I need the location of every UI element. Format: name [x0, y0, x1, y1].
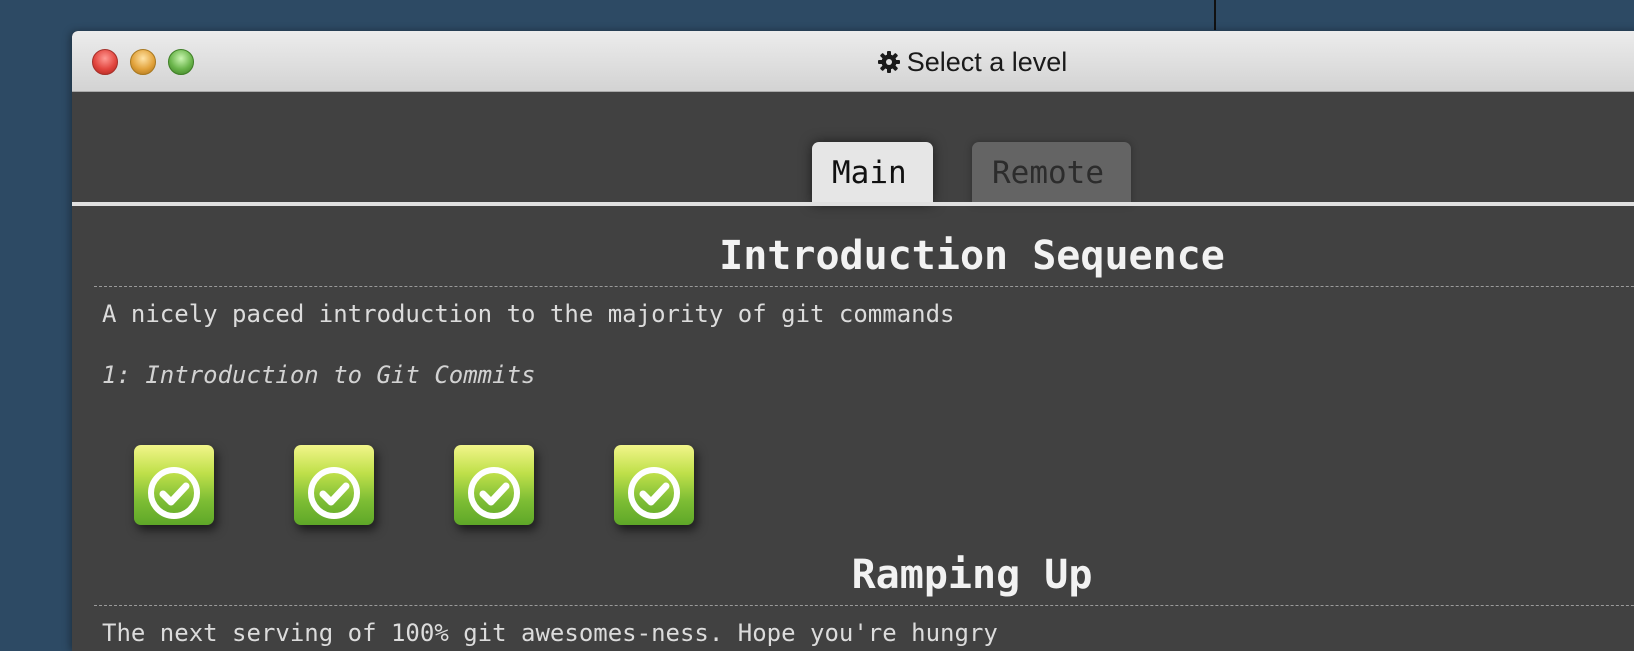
level-button-3[interactable] — [454, 445, 534, 525]
window-title: Select a level — [72, 31, 1634, 93]
level-button-2[interactable] — [294, 445, 374, 525]
sequence-title: Introduction Sequence — [719, 233, 1225, 279]
tab-remote[interactable]: Remote — [972, 142, 1131, 204]
sequence-divider — [94, 605, 1634, 606]
checkmark-icon — [308, 467, 360, 519]
level-button-1[interactable] — [134, 445, 214, 525]
level-button-4[interactable] — [614, 445, 694, 525]
title-bar[interactable]: Select a level — [72, 31, 1634, 92]
gear-icon — [877, 34, 901, 73]
checkmark-icon — [148, 467, 200, 519]
checkmark-icon — [628, 467, 680, 519]
sequence-divider — [94, 286, 1634, 287]
desktop-divider — [1214, 0, 1216, 30]
tab-underline — [72, 202, 1634, 206]
level-select-window: Select a level Main Remote Introduction … — [72, 31, 1634, 651]
tab-bar: Main Remote — [72, 91, 1634, 205]
level-title: 1: Introduction to Git Commits — [102, 361, 536, 389]
checkmark-icon — [468, 467, 520, 519]
window-title-text: Select a level — [906, 47, 1068, 77]
sequence-title: Ramping Up — [851, 552, 1093, 598]
sequence-description: A nicely paced introduction to the major… — [102, 300, 955, 328]
tab-main[interactable]: Main — [812, 142, 933, 204]
sequence-description: The next serving of 100% git awesomes-ne… — [102, 619, 998, 647]
